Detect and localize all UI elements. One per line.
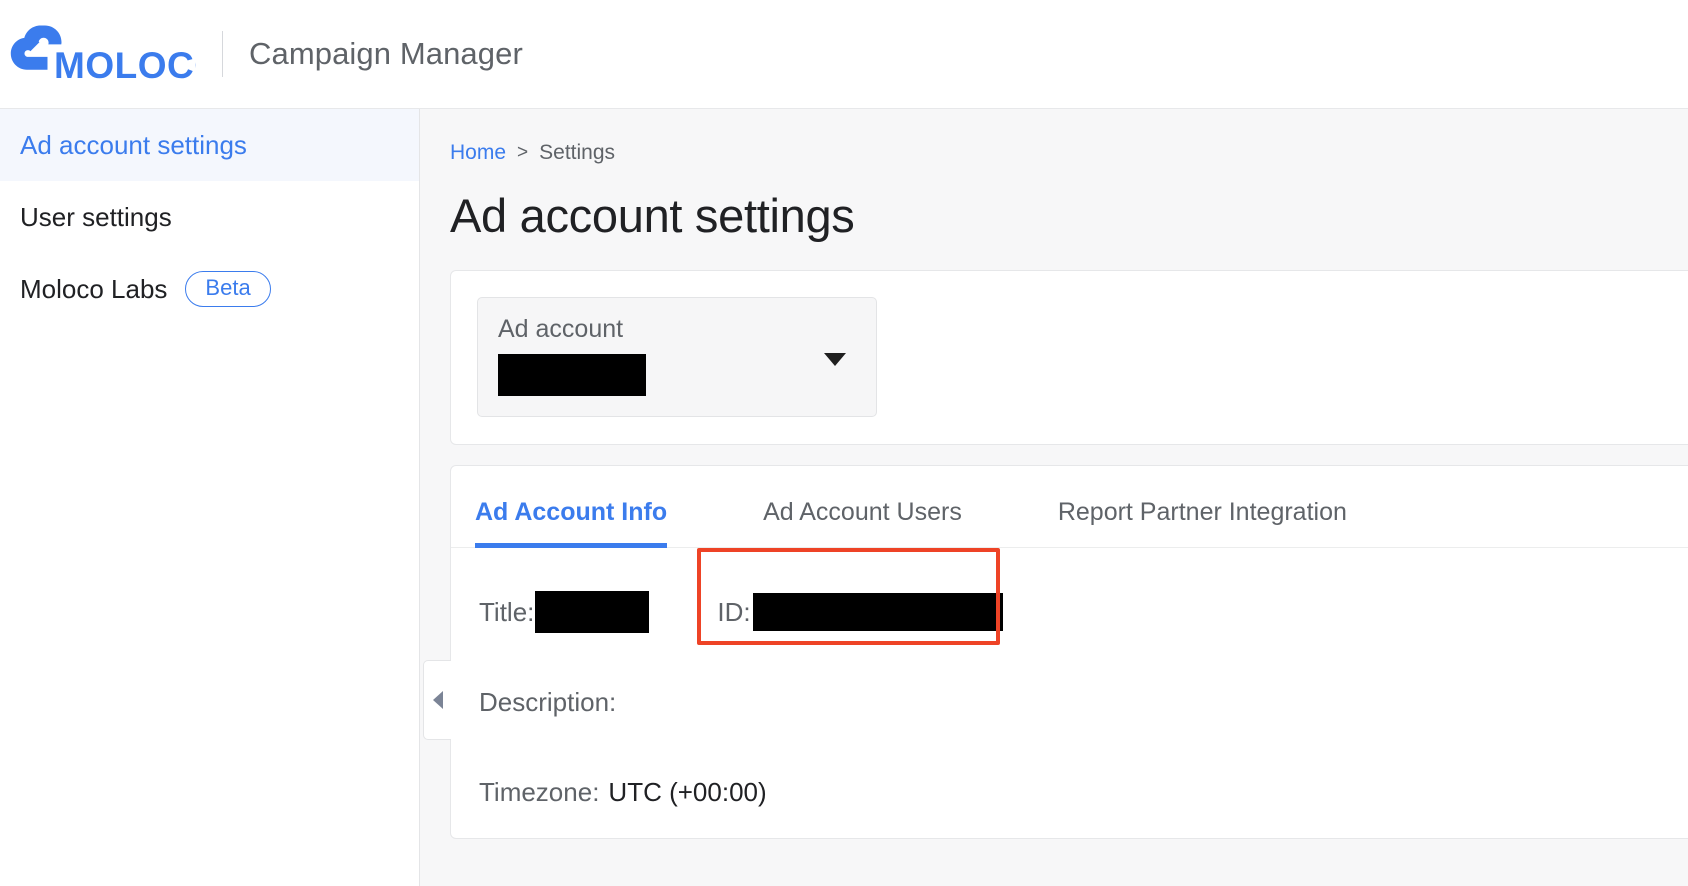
tab-label: Ad Account Users (763, 498, 962, 526)
info-row-title-id: Title: ID: (479, 584, 1688, 640)
info-row-timezone: Timezone: UTC (+00:00) (479, 764, 1688, 820)
ad-account-select[interactable]: Ad account (477, 297, 877, 417)
tab-report-partner-integration[interactable]: Report Partner Integration (1058, 498, 1347, 548)
tab-label: Ad Account Info (475, 498, 667, 526)
ad-account-tabs-card: Ad Account Info Ad Account Users Report … (450, 465, 1688, 839)
timezone-value: UTC (+00:00) (608, 777, 766, 808)
ad-account-info-panel: Title: ID: Description: Timezone: (451, 548, 1688, 838)
id-label: ID: (717, 597, 750, 628)
svg-text:MOLOCO: MOLOCO (54, 45, 196, 85)
title-label: Title: (479, 597, 534, 628)
sidebar: Ad account settings User settings Moloco… (0, 109, 420, 886)
ad-account-selector-card: Ad account (450, 270, 1688, 445)
tab-ad-account-users[interactable]: Ad Account Users (763, 498, 962, 548)
tab-label: Report Partner Integration (1058, 498, 1347, 526)
chevron-down-icon[interactable] (824, 353, 846, 366)
sidebar-item-label: Moloco Labs (20, 274, 167, 305)
info-row-description: Description: (479, 674, 1688, 730)
title-value-redacted (535, 591, 649, 633)
id-value-redacted (753, 593, 1003, 631)
ad-account-select-label: Ad account (498, 316, 856, 344)
moloco-logo[interactable]: MOLOCO (8, 23, 198, 85)
id-field-group: ID: (717, 593, 1002, 631)
page-title: Ad account settings (450, 189, 1688, 243)
tab-ad-account-info[interactable]: Ad Account Info (475, 498, 667, 548)
app-title: Campaign Manager (249, 36, 523, 72)
timezone-label: Timezone: (479, 777, 599, 808)
sidebar-item-label: Ad account settings (20, 130, 247, 161)
panel-collapse-handle[interactable] (423, 660, 451, 740)
beta-badge: Beta (185, 271, 270, 307)
breadcrumb-separator: > (517, 142, 528, 164)
moloco-logo-icon: MOLOCO (10, 23, 196, 85)
app-header: MOLOCO Campaign Manager (0, 0, 1688, 109)
main-content: Home > Settings Ad account settings Ad a… (420, 109, 1688, 886)
description-label: Description: (479, 687, 616, 718)
header-divider (222, 31, 223, 77)
breadcrumb-home-link[interactable]: Home (450, 141, 506, 165)
page-body: Ad account settings User settings Moloco… (0, 109, 1688, 886)
ad-account-select-value-redacted (498, 354, 646, 396)
sidebar-item-label: User settings (20, 202, 172, 233)
sidebar-item-ad-account-settings[interactable]: Ad account settings (0, 109, 419, 181)
tabs-row: Ad Account Info Ad Account Users Report … (451, 466, 1688, 548)
sidebar-item-moloco-labs[interactable]: Moloco Labs Beta (0, 253, 419, 325)
breadcrumb-current: Settings (539, 141, 615, 165)
chevron-left-icon (433, 691, 443, 709)
breadcrumb: Home > Settings (450, 139, 1688, 167)
sidebar-item-user-settings[interactable]: User settings (0, 181, 419, 253)
